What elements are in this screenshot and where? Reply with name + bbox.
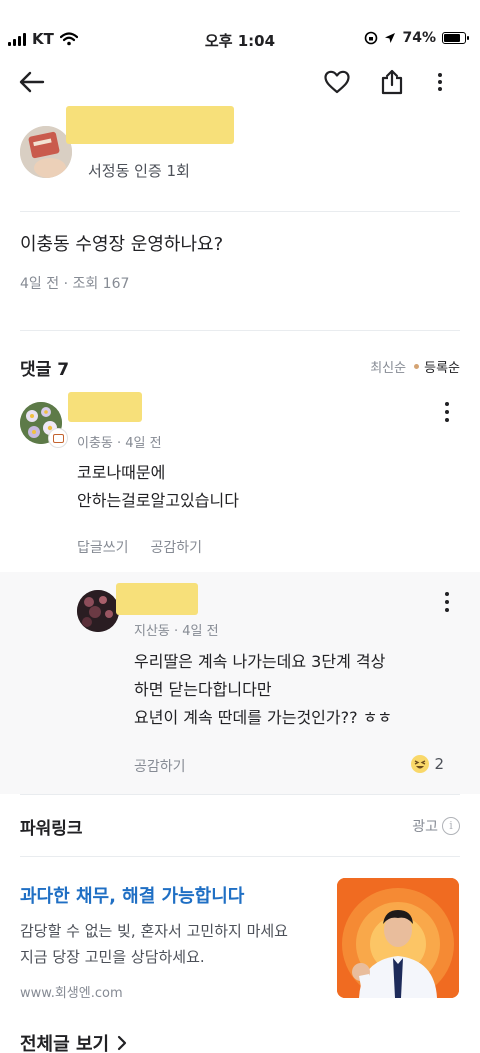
comment-meta: 이충동 · 4일 전 — [77, 436, 162, 451]
reply-meta: 지산동 · 4일 전 — [134, 624, 219, 639]
sort-registered[interactable]: 등록순 — [414, 357, 460, 376]
all-posts-label: 전체글 보기 — [20, 1034, 110, 1053]
nav-bar — [0, 62, 480, 102]
divider — [20, 330, 460, 331]
more-icon[interactable] — [424, 66, 456, 98]
ad-label[interactable]: 광고 i — [412, 816, 460, 836]
sort-latest[interactable]: 최신순 — [370, 357, 406, 376]
reaction[interactable]: 2 — [410, 754, 444, 774]
selected-dot-icon — [414, 364, 420, 369]
battery-icon — [442, 32, 469, 44]
divider — [20, 856, 460, 857]
badge-icon — [48, 428, 68, 448]
status-right: 74% — [364, 30, 469, 46]
post-author[interactable]: 서정동 인증 1회 — [20, 106, 460, 186]
author-avatar[interactable] — [20, 126, 72, 178]
sort-registered-label: 등록순 — [424, 361, 460, 376]
power-link-title: 파워링크 — [20, 819, 83, 839]
ad-image[interactable] — [337, 878, 459, 998]
like-button[interactable]: 공감하기 — [151, 537, 203, 557]
reaction-count: 2 — [434, 755, 444, 773]
ad-description: 감당할 수 없는 빚, 혼자서 고민하지 마세요 지금 당장 고민을 상담하세요… — [20, 922, 288, 966]
heart-icon[interactable] — [321, 66, 353, 98]
reply-avatar[interactable] — [77, 590, 119, 632]
laughing-emoji-icon — [411, 755, 430, 773]
more-icon[interactable] — [439, 400, 455, 424]
comment-sort: 최신순 등록순 — [370, 357, 460, 376]
divider — [20, 794, 460, 795]
reply-actions: 공감하기 — [134, 756, 186, 776]
redacted-name — [68, 392, 142, 422]
post-meta: 4일 전 · 조회 167 — [20, 276, 130, 292]
ad-headline[interactable]: 과다한 채무, 해결 가능합니다 — [20, 882, 244, 908]
more-icon[interactable] — [439, 590, 455, 614]
back-arrow-icon[interactable] — [16, 66, 48, 98]
location-icon — [385, 33, 396, 43]
status-bar: KT 오후 1:04 74% — [0, 0, 480, 62]
divider — [20, 211, 460, 212]
reply-button[interactable]: 답글쓰기 — [77, 537, 129, 557]
reply-text: 우리딸은 계속 나가는데요 3단계 격상 하면 닫는다합니다만 요년이 계속 딴… — [134, 652, 393, 727]
battery-percent: 74% — [402, 30, 436, 46]
author-meta: 서정동 인증 1회 — [88, 162, 190, 180]
comment-actions: 답글쓰기 공감하기 — [77, 537, 202, 557]
post-title: 이충동 수영장 운영하나요? — [20, 234, 224, 255]
chevron-right-icon — [117, 1035, 127, 1051]
info-icon: i — [442, 817, 460, 835]
reply-like-button[interactable]: 공감하기 — [134, 756, 186, 776]
all-posts-link[interactable]: 전체글 보기 — [20, 1030, 129, 1053]
comment-text: 코로나때문에 안하는걸로알고있습니다 — [77, 463, 239, 510]
comments-header: 댓글 7 — [20, 360, 70, 380]
rotation-lock-icon — [365, 31, 378, 45]
ad-url[interactable]: www.회생엔.com — [20, 982, 123, 1001]
redacted-name — [116, 583, 198, 615]
share-icon[interactable] — [376, 66, 408, 98]
ad-label-text: 광고 — [412, 819, 438, 835]
redacted-name — [66, 106, 234, 144]
